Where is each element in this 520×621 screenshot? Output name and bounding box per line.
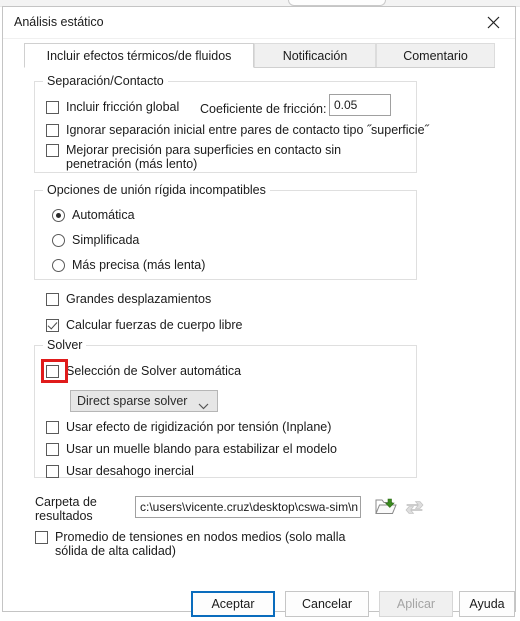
checkbox-label: Usar desahogo inercial	[66, 464, 194, 478]
tab-label: Notificación	[282, 48, 348, 63]
bonding-option-more-accurate[interactable]: Más precisa (más lenta)	[52, 258, 205, 272]
radio-label: Automática	[72, 208, 135, 222]
radio-box	[52, 233, 65, 247]
group-legend: Separación/Contacto	[43, 74, 168, 88]
friction-coefficient-label: Coeficiente de fricción:	[200, 102, 327, 116]
improve-accuracy-checkbox[interactable]: Mejorar precisión para superficies en co…	[46, 143, 396, 171]
inertial-relief-checkbox[interactable]: Usar desahogo inercial	[46, 464, 194, 478]
accept-button[interactable]: Aceptar	[191, 591, 275, 617]
auto-solver-checkbox[interactable]: Selección de Solver automática	[46, 364, 241, 378]
chevron-down-icon	[198, 399, 209, 413]
group-legend: Solver	[43, 338, 87, 352]
checkbox-box	[46, 421, 59, 434]
apply-button: Aplicar	[379, 591, 453, 617]
tab-label: Comentario	[403, 48, 468, 63]
radio-box	[52, 258, 65, 272]
close-icon[interactable]	[471, 7, 515, 37]
radio-label: Simplificada	[72, 233, 140, 247]
tabstrip: Incluir efectos térmicos/de fluidos Noti…	[24, 43, 495, 68]
input-value: 0.05	[334, 98, 358, 112]
checkbox-box	[35, 531, 48, 544]
checkbox-box	[46, 465, 59, 478]
radio-box	[52, 208, 65, 222]
radio-label: Más precisa (más lenta)	[72, 258, 206, 272]
checkbox-label: Grandes desplazamientos	[66, 292, 212, 306]
button-label: Ayuda	[469, 597, 505, 611]
results-folder-label: Carpeta de resultados	[35, 495, 97, 523]
average-stresses-checkbox[interactable]: Promedio de tensiones en nodos medios (s…	[35, 530, 380, 558]
dialog-button-row: Aceptar Cancelar Aplicar Ayuda	[3, 591, 517, 621]
input-value: c:\users\vicente.cruz\desktop\cswa-sim\n	[140, 500, 359, 514]
checkbox-box	[46, 124, 59, 137]
checkbox-box	[46, 443, 59, 456]
button-label: Cancelar	[301, 597, 353, 611]
button-label: Aplicar	[396, 597, 436, 611]
dialog-titlebar: Análisis estático	[3, 7, 515, 39]
checkbox-box	[46, 319, 59, 332]
button-label: Aceptar	[211, 597, 255, 611]
ignore-initial-gap-checkbox[interactable]: Ignorar separación inicial entre pares d…	[46, 123, 429, 137]
large-displacements-checkbox[interactable]: Grandes desplazamientos	[46, 292, 211, 306]
tab-panel: Separación/Contacto Incluir fricción glo…	[24, 67, 495, 558]
checkbox-box	[46, 101, 59, 114]
checkbox-label: Ignorar separación inicial entre pares d…	[66, 123, 429, 137]
tab-notification[interactable]: Notificación	[254, 43, 376, 68]
compute-free-body-forces-checkbox[interactable]: Calcular fuerzas de cuerpo libre	[46, 318, 242, 332]
checkbox-label: Incluir fricción global	[66, 100, 180, 114]
open-folder-icon[interactable]	[374, 495, 398, 519]
soft-spring-checkbox[interactable]: Usar un muelle blando para estabilizar e…	[46, 442, 337, 456]
refresh-icon	[402, 495, 426, 519]
static-analysis-dialog: Análisis estático Incluir efectos térmic…	[2, 6, 516, 617]
checkbox-label: Usar efecto de rigidización por tensión …	[66, 420, 332, 434]
checkbox-label: Usar un muelle blando para estabilizar e…	[66, 442, 337, 456]
help-button[interactable]: Ayuda	[459, 591, 515, 617]
friction-coefficient-input[interactable]: 0.05	[329, 94, 391, 116]
select-value: Direct sparse solver	[77, 394, 188, 408]
tab-label: Incluir efectos térmicos/de fluidos	[46, 48, 232, 63]
dialog-title: Análisis estático	[14, 15, 104, 29]
bonding-option-automatic[interactable]: Automática	[52, 208, 135, 222]
bonding-option-simplified[interactable]: Simplificada	[52, 233, 139, 247]
checkbox-label: Promedio de tensiones en nodos medios (s…	[55, 530, 346, 558]
checkbox-box	[46, 293, 59, 306]
tab-thermal-fluid-effects[interactable]: Incluir efectos térmicos/de fluidos	[24, 43, 254, 68]
stress-stiffening-checkbox[interactable]: Usar efecto de rigidización por tensión …	[46, 420, 331, 434]
include-global-friction-checkbox[interactable]: Incluir fricción global	[46, 100, 179, 114]
checkbox-label: Calcular fuerzas de cuerpo libre	[66, 318, 243, 332]
checkbox-box	[46, 365, 59, 378]
results-folder-input[interactable]: c:\users\vicente.cruz\desktop\cswa-sim\n	[135, 496, 361, 518]
group-legend: Opciones de unión rígida incompatibles	[43, 183, 270, 197]
tab-comment[interactable]: Comentario	[376, 43, 495, 68]
checkbox-label: Mejorar precisión para superficies en co…	[66, 143, 342, 171]
solver-type-select[interactable]: Direct sparse solver	[70, 390, 218, 412]
checkbox-box	[46, 144, 59, 157]
checkbox-label: Selección de Solver automática	[66, 364, 242, 378]
cancel-button[interactable]: Cancelar	[285, 591, 369, 617]
